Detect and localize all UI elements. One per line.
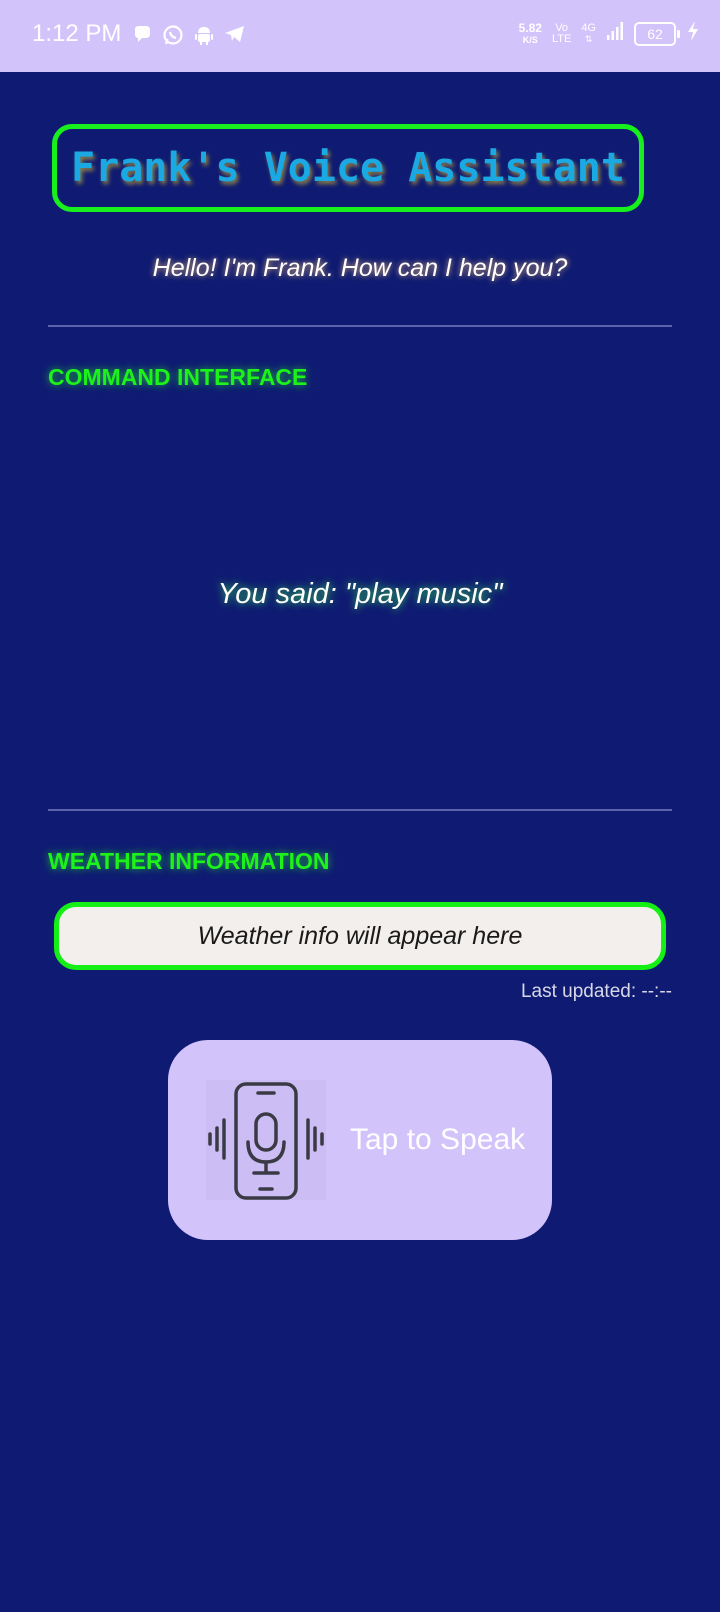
app-title: Frank's Voice Assistant [71,145,625,191]
volte-top: Vo [555,21,569,34]
net-speed-value: 5.82 [518,20,542,35]
tap-to-speak-button[interactable]: Tap to Speak [168,1040,552,1240]
battery-level: 62 [647,25,663,42]
recognized-command-text: You said: "play music" [217,578,503,610]
data-arrows-icon: ⇅ [584,33,593,44]
volte-indicator: Vo LTE [551,21,572,45]
notification-icons [132,24,246,46]
chat-bubble-icon [132,24,152,46]
status-indicators: 5.82 K/S Vo LTE 4G ⇅ 62 [519,20,700,47]
greeting-text: Hello! I'm Frank. How can I help you? [152,254,568,282]
last-updated-text: Last updated: --:-- [520,981,672,1002]
android-icon [194,24,214,46]
top-divider [48,325,672,327]
weather-section-heading: WEATHER INFORMATION [48,848,330,874]
command-section-heading: COMMAND INTERFACE [48,364,308,390]
weather-info-text: Weather info will appear here [197,921,523,950]
status-time: 1:12 PM [32,20,122,47]
volte-bottom: LTE [551,32,572,45]
weather-info-box: Weather info will appear here [54,902,666,970]
telegram-icon [224,24,246,46]
middle-divider [48,809,672,811]
whatsapp-icon [162,24,184,46]
battery-icon: 62 [634,21,680,46]
status-bar: 1:12 PM 5.82 K/S Vo LTE 4G ⇅ 62 [0,0,720,72]
tap-to-speak-label: Tap to Speak [350,1123,526,1156]
phone-microphone-icon [202,1076,330,1204]
signal-icon [606,21,624,46]
net-speed-unit: K/S [522,34,538,45]
net-speed: 5.82 K/S [519,22,542,46]
title-box: Frank's Voice Assistant [52,124,644,212]
charging-icon [686,20,700,47]
network-type-label: 4G [581,21,596,34]
network-type: 4G ⇅ [581,21,596,45]
